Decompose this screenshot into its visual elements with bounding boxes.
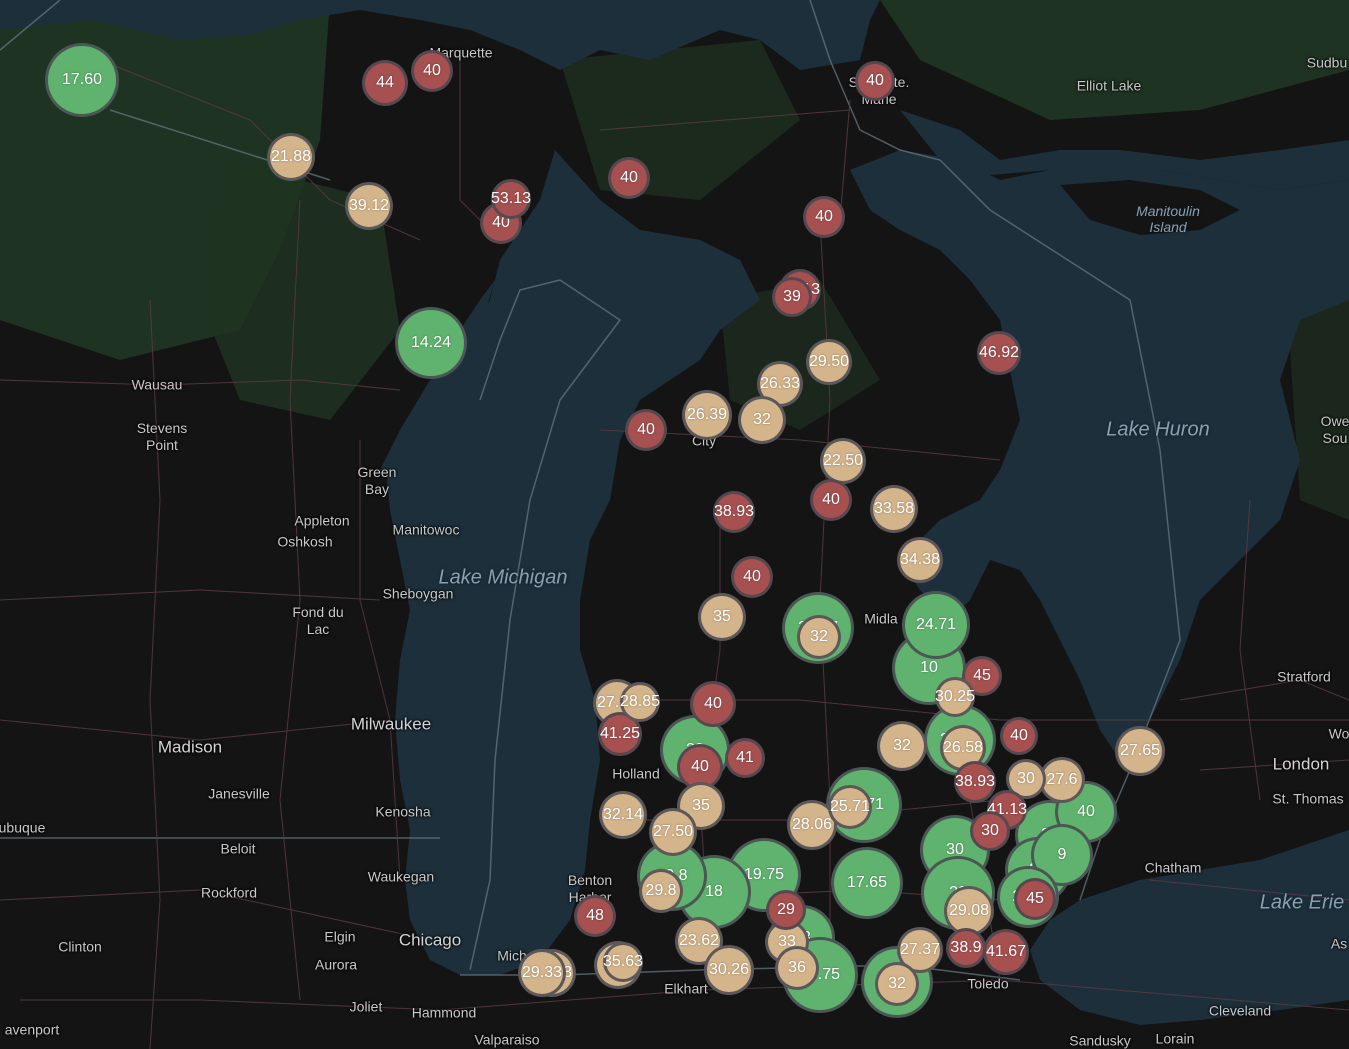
price-marker[interactable]: 39.12 (345, 182, 393, 230)
price-marker[interactable]: 32 (797, 615, 841, 659)
price-marker[interactable]: 36 (775, 946, 819, 990)
price-marker[interactable]: 17.65 (831, 847, 903, 919)
price-marker[interactable]: 38.93 (954, 761, 996, 803)
price-marker[interactable]: 40 (855, 61, 895, 101)
map-canvas[interactable]: Lake Michigan Lake Huron Lake Erie Manitoul… (0, 0, 1349, 1049)
price-marker[interactable]: 40 (625, 409, 667, 451)
price-marker[interactable]: 17.60 (45, 43, 119, 117)
price-marker[interactable]: 38.93 (713, 491, 755, 533)
price-marker[interactable]: 41.67 (983, 929, 1029, 975)
price-marker[interactable]: 44 (362, 60, 408, 106)
price-marker[interactable]: 40 (731, 556, 773, 598)
price-marker[interactable]: 34.38 (897, 537, 943, 583)
price-marker[interactable]: 35.63 (603, 942, 643, 982)
price-marker[interactable]: 38.9 (946, 928, 986, 968)
price-marker[interactable]: 29 (766, 890, 806, 930)
price-marker[interactable]: 48 (574, 895, 616, 937)
price-marker[interactable]: 32 (875, 962, 919, 1006)
price-marker[interactable]: 40 (803, 196, 845, 238)
price-marker[interactable]: 29.8 (639, 869, 683, 913)
price-marker[interactable]: 24.71 (902, 591, 970, 659)
price-marker[interactable]: 27.50 (649, 808, 697, 856)
price-marker[interactable]: 45 (1014, 878, 1056, 920)
price-marker[interactable]: 30.25 (935, 677, 975, 717)
price-marker[interactable]: 32.14 (599, 791, 647, 839)
price-marker[interactable]: 33.58 (870, 485, 918, 533)
price-marker[interactable]: 40 (810, 479, 852, 521)
price-marker[interactable]: 21.88 (267, 133, 315, 181)
price-marker[interactable]: 32 (738, 396, 786, 444)
price-marker[interactable]: 40 (411, 50, 453, 92)
price-marker[interactable]: 32 (877, 721, 927, 771)
price-marker[interactable]: 41 (725, 738, 765, 778)
price-marker[interactable]: 53.13 (491, 179, 531, 219)
price-marker[interactable]: 26.39 (682, 390, 732, 440)
price-marker[interactable]: 25.71 (828, 785, 872, 829)
price-marker[interactable]: 28.85 (620, 682, 660, 722)
price-marker[interactable]: 40 (608, 157, 650, 199)
price-marker[interactable]: 30 (970, 811, 1010, 851)
price-marker[interactable]: 14.24 (395, 307, 467, 379)
price-marker[interactable]: 29.33 (518, 949, 566, 997)
price-marker[interactable]: 29.50 (806, 339, 852, 385)
price-marker[interactable]: 27.65 (1115, 726, 1165, 776)
price-marker[interactable]: 39 (772, 277, 812, 317)
price-marker[interactable]: 35 (698, 593, 746, 641)
price-marker[interactable]: 40 (690, 681, 736, 727)
price-marker[interactable]: 46.92 (977, 331, 1021, 375)
price-marker[interactable]: 40 (1000, 717, 1038, 755)
price-marker[interactable]: 30.26 (704, 945, 754, 995)
price-marker[interactable]: 22.50 (820, 438, 866, 484)
